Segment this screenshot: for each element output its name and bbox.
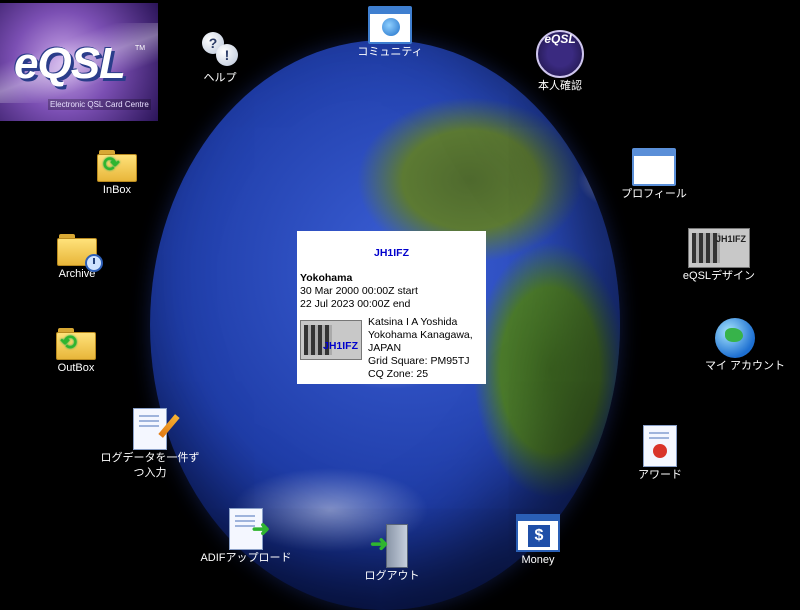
help-link[interactable]: ?! ヘルプ <box>190 30 250 86</box>
operator-name: Katsina I A Yoshida <box>368 316 458 328</box>
eqsl-design-label: eQSLデザイン <box>682 270 756 282</box>
profile-link[interactable]: プロフィール <box>614 148 694 202</box>
log-entry-label: ログデータを一件ずつ入力 <box>100 452 200 479</box>
inbox-label: InBox <box>102 184 132 196</box>
upload-document-icon: ➜ <box>229 508 270 550</box>
community-icon <box>368 6 412 44</box>
award-certificate-icon <box>643 425 677 467</box>
logout-link[interactable]: ➜ ログアウト <box>357 524 427 584</box>
station-country: JAPAN <box>368 342 402 354</box>
card-design-icon: JH1IFZ <box>688 228 750 268</box>
outbox-link[interactable]: ⟲ OutBox <box>50 326 102 376</box>
outbox-label: OutBox <box>57 362 95 374</box>
log-entry-link[interactable]: ログデータを一件ずつ入力 <box>98 408 202 481</box>
money-icon: $ <box>516 514 560 552</box>
identity-label: 本人確認 <box>538 80 582 92</box>
logout-door-icon: ➜ <box>370 524 412 568</box>
eqsl-design-link[interactable]: JH1IFZ eQSLデザイン <box>680 228 758 284</box>
community-label: コミュニティ <box>357 46 423 58</box>
logo-title: eQSL <box>14 39 126 88</box>
qth-nickname: Yokohama <box>300 272 353 284</box>
edit-document-icon <box>133 408 180 450</box>
globe-icon <box>715 318 755 358</box>
help-icon: ?! <box>200 30 240 70</box>
help-label: ヘルプ <box>203 72 237 84</box>
grid-square: Grid Square: PM95TJ <box>368 355 470 367</box>
end-date: 22 Jul 2023 00:00Z end <box>300 298 411 310</box>
cq-zone: CQ Zone: 25 <box>368 368 429 380</box>
qsl-card-thumbnail[interactable]: JH1IFZ <box>300 320 362 360</box>
station-address: Katsina I A Yoshida Yokohama Kanagawa, J… <box>368 316 473 381</box>
logo-trademark: TM <box>135 45 146 52</box>
community-link[interactable]: コミュニティ <box>350 6 430 60</box>
station-info-panel: JH1IFZ Yokohama 30 Mar 2000 00:00Z start… <box>297 231 486 384</box>
adif-upload-link[interactable]: ➜ ADIFアップロード <box>198 508 294 566</box>
authenticity-seal-icon: eQSL <box>536 30 584 78</box>
inbox-folder-icon: ⟳ <box>97 148 137 182</box>
award-link[interactable]: アワード <box>630 425 690 483</box>
eqsl-logo[interactable]: eQSL TM Electronic QSL Card Centre <box>0 3 158 121</box>
adif-upload-label: ADIFアップロード <box>200 552 292 564</box>
award-label: アワード <box>638 469 682 481</box>
outbox-folder-icon: ⟲ <box>56 326 96 360</box>
profile-label: プロフィール <box>621 188 687 200</box>
inbox-link[interactable]: ⟳ InBox <box>94 148 140 198</box>
logo-subtitle: Electronic QSL Card Centre <box>48 99 151 110</box>
my-account-label: マイ アカウント <box>705 360 786 372</box>
archive-link[interactable]: Archive <box>50 232 104 282</box>
station-city: Yokohama Kanagawa, <box>368 329 473 341</box>
logout-label: ログアウト <box>364 570 420 582</box>
station-callsign[interactable]: JH1IFZ <box>300 247 483 260</box>
my-account-link[interactable]: マイ アカウント <box>705 318 786 374</box>
money-label: Money <box>521 554 555 566</box>
identity-link[interactable]: eQSL 本人確認 <box>525 30 595 94</box>
archive-folder-icon <box>57 232 103 272</box>
money-link[interactable]: $ Money <box>508 514 568 568</box>
profile-icon <box>632 148 676 186</box>
start-date: 30 Mar 2000 00:00Z start <box>300 285 418 297</box>
